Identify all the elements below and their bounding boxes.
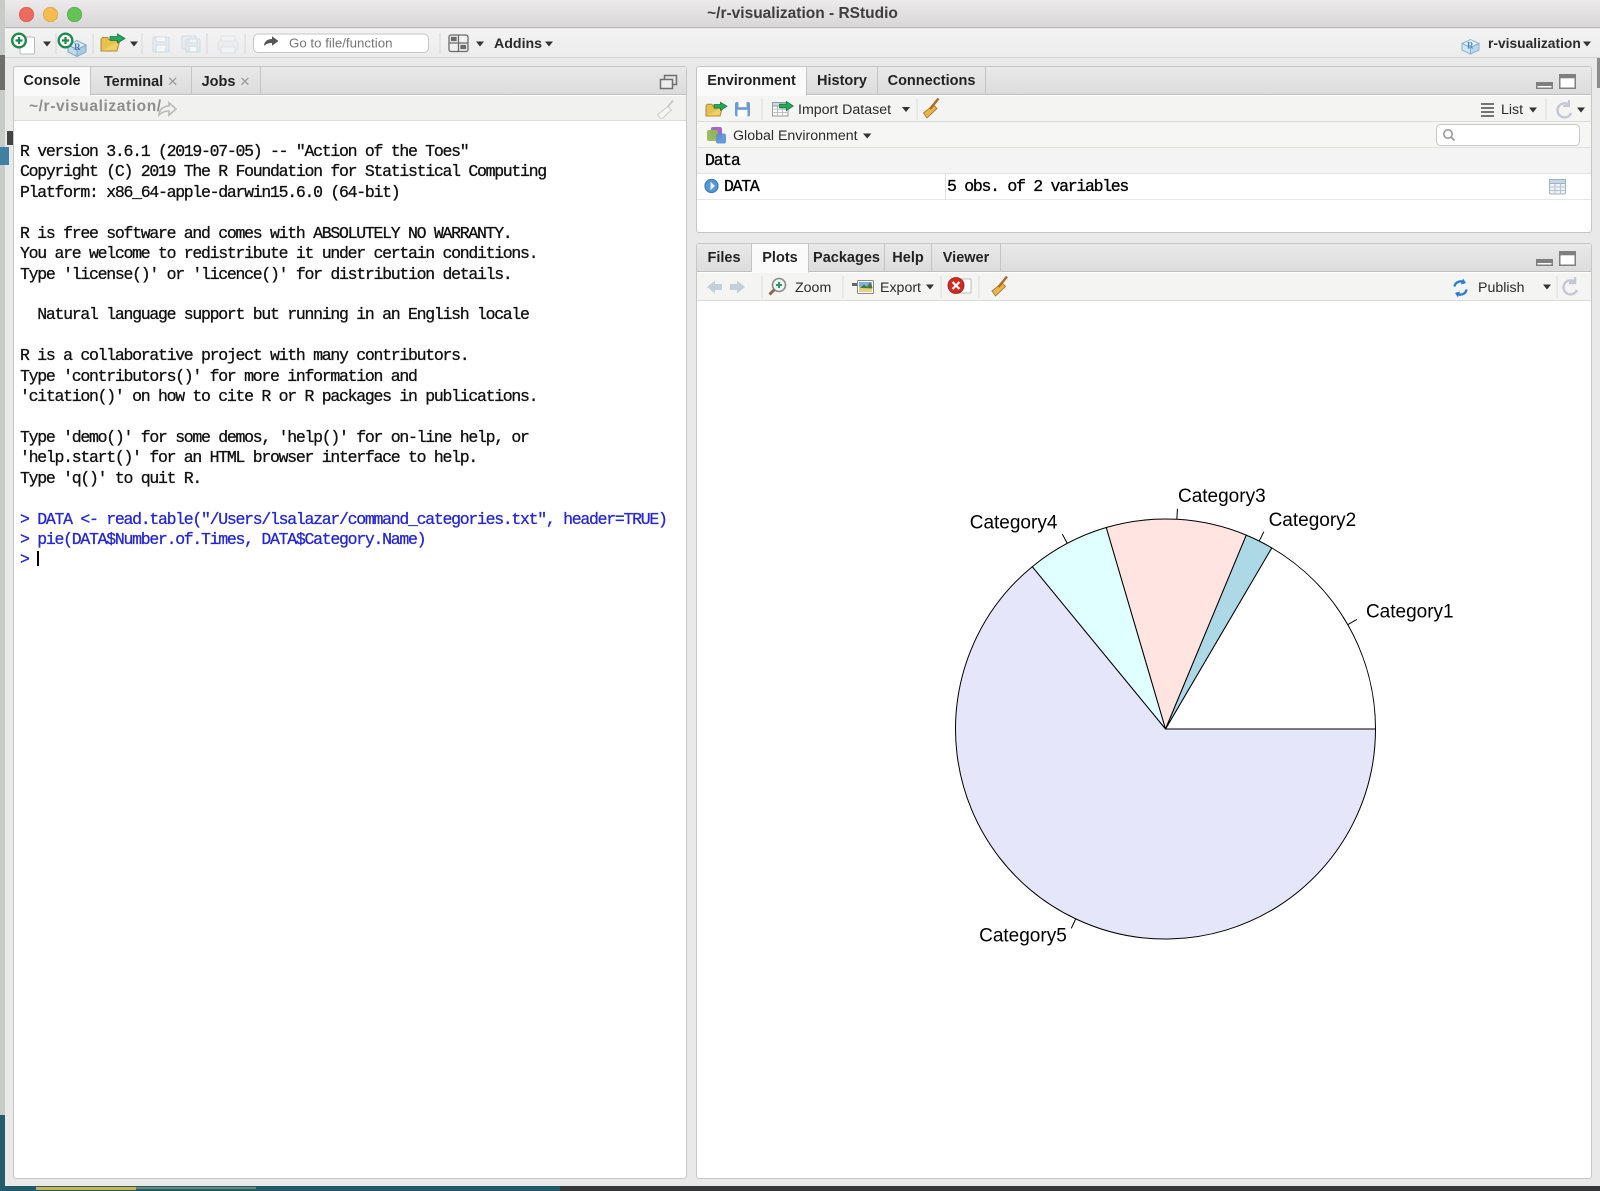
svg-text:Category5: Category5 bbox=[979, 925, 1067, 946]
svg-text:Category4: Category4 bbox=[970, 512, 1058, 533]
svg-text:Global Environment: Global Environment bbox=[733, 128, 858, 144]
svg-text:R: R bbox=[74, 42, 81, 52]
svg-text:Import Dataset: Import Dataset bbox=[798, 102, 891, 118]
svg-text:r-visualization: r-visualization bbox=[1488, 36, 1581, 51]
svg-text:Zoom: Zoom bbox=[795, 280, 831, 296]
svg-text:Go to file/function: Go to file/function bbox=[289, 36, 392, 51]
svg-text:Export: Export bbox=[880, 280, 921, 296]
svg-text:Category2: Category2 bbox=[1269, 510, 1357, 531]
svg-text:Category3: Category3 bbox=[1178, 486, 1266, 507]
svg-text:R: R bbox=[1467, 41, 1474, 51]
svg-text:Publish: Publish bbox=[1478, 280, 1525, 296]
svg-text:List: List bbox=[1501, 102, 1523, 118]
svg-text:Addins: Addins bbox=[494, 36, 542, 52]
svg-text:Category1: Category1 bbox=[1366, 602, 1454, 623]
